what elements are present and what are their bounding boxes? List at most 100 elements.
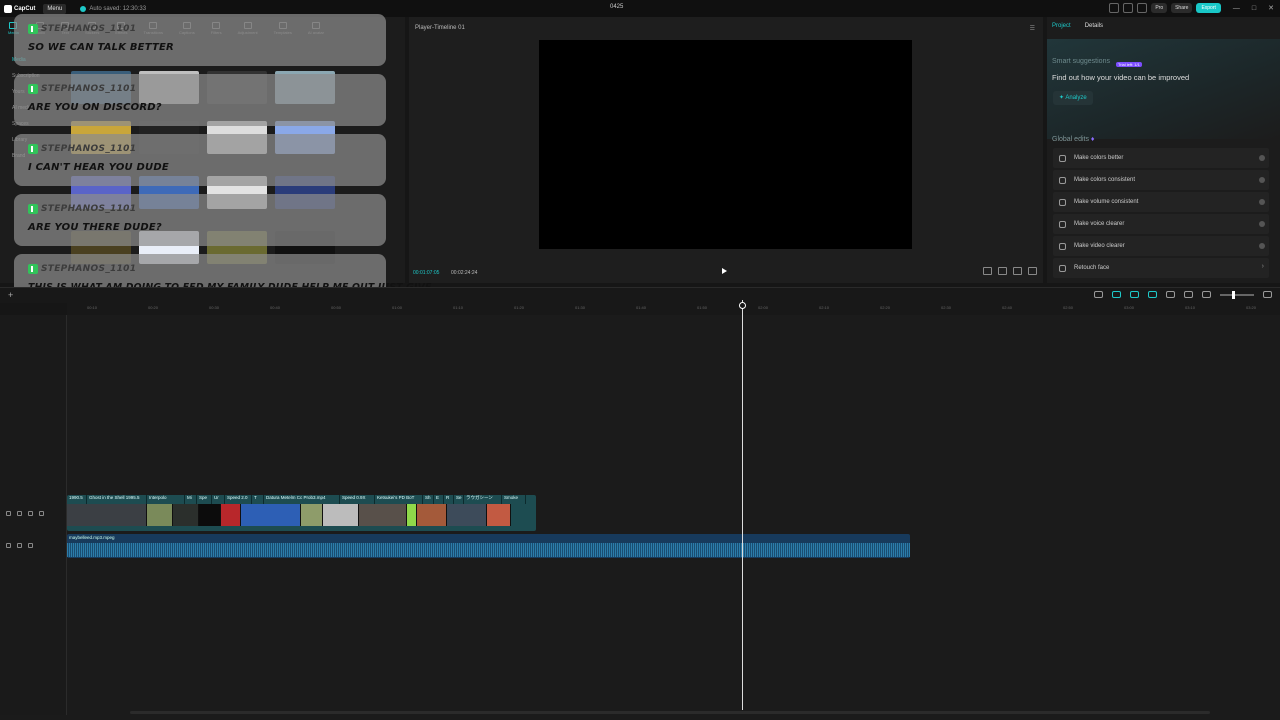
player-menu-icon[interactable]: ☰ — [1030, 25, 1035, 32]
toggle-switch[interactable] — [1259, 177, 1265, 183]
toggle-switch[interactable] — [1259, 155, 1265, 161]
edit-colors-better[interactable]: Make colors better — [1053, 148, 1269, 168]
lock-icon[interactable] — [17, 511, 22, 516]
edit-colors-consistent[interactable]: Make colors consistent — [1053, 170, 1269, 190]
preview-icon[interactable] — [1166, 291, 1175, 298]
magnet-icon[interactable] — [1130, 291, 1139, 298]
clip-label[interactable]: Smoke — [502, 495, 526, 504]
clip-thumbnails — [67, 504, 536, 526]
analyze-button[interactable]: ✦ Analyze — [1053, 91, 1093, 105]
eye-icon[interactable] — [28, 511, 33, 516]
toggle-switch[interactable] — [1259, 221, 1265, 227]
clip-label[interactable]: Sh — [423, 495, 434, 504]
sparkle-icon — [1059, 220, 1066, 228]
share-button[interactable]: Share — [1171, 3, 1193, 13]
chat-text: ARE YOU ON DISCORD? — [28, 102, 162, 113]
caption-icon[interactable] — [1184, 291, 1193, 298]
pro-button[interactable]: Pro — [1151, 3, 1168, 13]
clip-label[interactable]: R — [444, 495, 454, 504]
smart-suggestions-card — [1047, 39, 1280, 139]
zoom-in-icon[interactable] — [1263, 291, 1272, 298]
global-edits-title: Global edits ♦ — [1052, 136, 1095, 143]
audio-track[interactable]: maybelleed.mp3.mpeg — [67, 534, 910, 558]
menu-button[interactable]: Menu — [43, 3, 67, 14]
zoom-out-icon[interactable] — [1202, 291, 1211, 298]
clip-thumbnail — [323, 504, 359, 526]
video-track[interactable]: 1990.5 Ghost in the Shell 1995.5 Interpo… — [67, 495, 536, 531]
ratio-icon[interactable] — [1013, 267, 1022, 275]
crop-icon[interactable] — [998, 267, 1007, 275]
keyboard-icon[interactable] — [1123, 3, 1134, 13]
mute-icon[interactable] — [39, 511, 44, 516]
clip-label[interactable]: E — [434, 495, 444, 504]
quality-icon[interactable] — [983, 267, 992, 275]
hd-icon — [1059, 242, 1066, 250]
clip-label[interactable]: Spe — [197, 495, 212, 504]
video-track-controls — [6, 511, 44, 516]
chevron-right-icon: › — [1261, 263, 1264, 270]
toggle-switch[interactable] — [1259, 199, 1265, 205]
chat-text: SO WE CAN TALK BETTER — [28, 42, 174, 53]
clip-label[interactable]: Ghost in the Shell 1995.5 — [87, 495, 147, 504]
layout-icon[interactable] — [1109, 3, 1120, 13]
zoom-slider-knob[interactable] — [1232, 290, 1235, 299]
timeline-toolbar: + — [0, 287, 1280, 303]
microphone-icon[interactable] — [1094, 291, 1103, 298]
clip-label[interactable]: ラウガシーン — [464, 495, 502, 504]
playhead[interactable] — [742, 300, 743, 710]
clip-thumbnail — [447, 504, 487, 526]
ruler-tick: 01:30 — [575, 305, 586, 310]
ruler-tick: 03:20 — [1246, 305, 1257, 310]
ruler-tick: 00:30 — [209, 305, 220, 310]
plus-icon[interactable]: + — [8, 290, 13, 300]
close-icon[interactable]: ✕ — [1268, 4, 1274, 12]
timeline-scrollbar[interactable] — [130, 711, 1210, 714]
clip-label[interactable]: T — [252, 495, 264, 504]
playhead-handle[interactable] — [739, 302, 746, 309]
clip-label[interactable]: Speed 0.9X — [340, 495, 375, 504]
volume-icon[interactable] — [28, 543, 33, 548]
diamond-icon: ♦ — [1090, 136, 1095, 143]
tab-details[interactable]: Details — [1085, 23, 1103, 29]
tab-project[interactable]: Project — [1052, 23, 1071, 29]
ruler-tick: 02:30 — [941, 305, 952, 310]
clip-label[interactable]: Ketsukei's PD BoT — [375, 495, 423, 504]
right-tabs: Project Details — [1052, 23, 1103, 29]
audio-icon[interactable] — [6, 543, 11, 548]
clip-label[interactable]: Ur — [212, 495, 225, 504]
edit-volume-consistent[interactable]: Make volume consistent — [1053, 192, 1269, 212]
ruler-tick: 00:50 — [331, 305, 342, 310]
snap-icon[interactable] — [1148, 291, 1157, 298]
edit-video-clearer[interactable]: Make video clearer — [1053, 236, 1269, 256]
clip-thumbnail — [417, 504, 447, 526]
edit-retouch-face[interactable]: Retouch face › — [1053, 258, 1269, 278]
player-controls — [983, 267, 1037, 275]
timeline-ruler[interactable]: 00:10 00:20 00:30 00:40 00:50 01:00 01:1… — [67, 303, 1280, 315]
profile-icon[interactable] — [1137, 3, 1148, 13]
chat-username: STEPHANOS_1101 — [28, 24, 136, 34]
ruler-tick: 02:00 — [758, 305, 769, 310]
clip-label[interactable]: Datura Metelm Cc Prob3.mp4 — [264, 495, 340, 504]
kick-icon — [28, 264, 38, 274]
autosave-status: Auto saved: 12:30:33 — [80, 5, 146, 12]
ruler-tick: 01:20 — [514, 305, 525, 310]
clip-label[interactable]: Se — [454, 495, 464, 504]
toggle-switch[interactable] — [1259, 243, 1265, 249]
edit-voice-clearer[interactable]: Make voice clearer — [1053, 214, 1269, 234]
maximize-icon[interactable]: □ — [1252, 5, 1256, 12]
fullscreen-icon[interactable] — [1028, 267, 1037, 275]
export-button[interactable]: Export — [1196, 3, 1221, 13]
video-preview[interactable] — [539, 40, 912, 249]
clip-label[interactable]: Mi — [185, 495, 197, 504]
clip-label[interactable]: Speed 2.0 — [225, 495, 252, 504]
clip-label[interactable]: Interpolo — [147, 495, 185, 504]
play-icon[interactable] — [722, 268, 727, 274]
lock-icon[interactable] — [17, 543, 22, 548]
clip-label[interactable]: 1990.5 — [67, 495, 87, 504]
kick-icon — [28, 204, 38, 214]
zoom-slider[interactable] — [1220, 290, 1254, 299]
cover-icon[interactable] — [6, 511, 11, 516]
clip-labels: 1990.5 Ghost in the Shell 1995.5 Interpo… — [67, 495, 536, 504]
link-icon[interactable] — [1112, 291, 1121, 298]
minimize-icon[interactable]: — — [1233, 5, 1240, 12]
